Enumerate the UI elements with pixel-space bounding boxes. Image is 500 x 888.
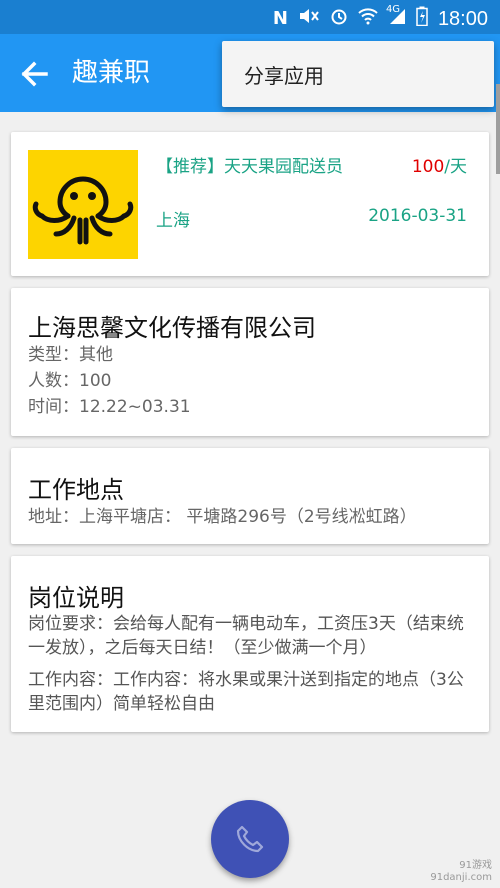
- nfc-icon: N: [272, 8, 288, 29]
- job-pay: 100/天: [412, 152, 467, 177]
- location-address: 地址：上海平塘店： 平塘路296号（2号线凇虹路）: [28, 507, 417, 527]
- watermark-line1: 91游戏: [459, 860, 492, 871]
- job-content: 工作内容：工作内容：将水果或果汁送到指定的地点（3公里范围内）简单轻松自由: [28, 670, 464, 714]
- job-summary-card[interactable]: 【推荐】天天果园配送员 100/天 上海 2016-03-31: [11, 132, 489, 276]
- page-title: 趣兼职: [72, 58, 151, 88]
- alarm-icon: [330, 7, 348, 31]
- description-card: 岗位说明 岗位要求：会给每人配有一辆电动车，工资压3天（结束统一发放），之后每天…: [11, 556, 489, 732]
- job-date: 2016-03-31: [368, 206, 467, 226]
- job-city: 上海: [156, 211, 190, 231]
- job-title: 【推荐】天天果园配送员: [156, 157, 343, 177]
- arrow-left-icon: [21, 61, 48, 87]
- network-type-label: 4G: [385, 4, 401, 15]
- battery-icon: [416, 6, 428, 32]
- description-heading: 岗位说明: [28, 584, 124, 612]
- company-headcount: 人数：100: [28, 371, 112, 391]
- job-requirement: 岗位要求：会给每人配有一辆电动车，工资压3天（结束统一发放），之后每天日结！（至…: [28, 614, 464, 658]
- octopus-logo-icon: [28, 150, 138, 259]
- overflow-menu: 分享应用: [222, 41, 494, 107]
- pay-unit: /天: [444, 157, 467, 177]
- company-card: 上海思馨文化传播有限公司 类型：其他 人数：100 时间：12.22~03.31: [11, 288, 489, 436]
- pay-amount: 100: [411, 157, 445, 177]
- call-button[interactable]: [211, 800, 289, 878]
- company-name: 上海思馨文化传播有限公司: [28, 314, 316, 342]
- status-bar: N 4G 18:00: [0, 0, 500, 34]
- menu-item-share-app[interactable]: 分享应用: [244, 60, 324, 89]
- phone-icon: [236, 825, 264, 853]
- scrollbar[interactable]: [496, 84, 500, 174]
- company-type: 类型：其他: [28, 345, 113, 365]
- back-button[interactable]: [14, 54, 54, 94]
- location-card: 工作地点 地址：上海平塘店： 平塘路296号（2号线凇虹路）: [11, 448, 489, 544]
- wifi-icon: [358, 7, 378, 31]
- watermark-line2: 91danji.com: [430, 872, 492, 883]
- cellular-signal-icon: 4G: [386, 4, 406, 31]
- status-icons: N 4G 18:00: [272, 4, 488, 32]
- clock: 18:00: [437, 8, 488, 30]
- watermark: 91游戏 91danji.com: [430, 860, 492, 884]
- vibrate-mute-icon: [298, 7, 320, 31]
- company-time: 时间：12.22~03.31: [28, 397, 191, 417]
- location-heading: 工作地点: [28, 476, 124, 504]
